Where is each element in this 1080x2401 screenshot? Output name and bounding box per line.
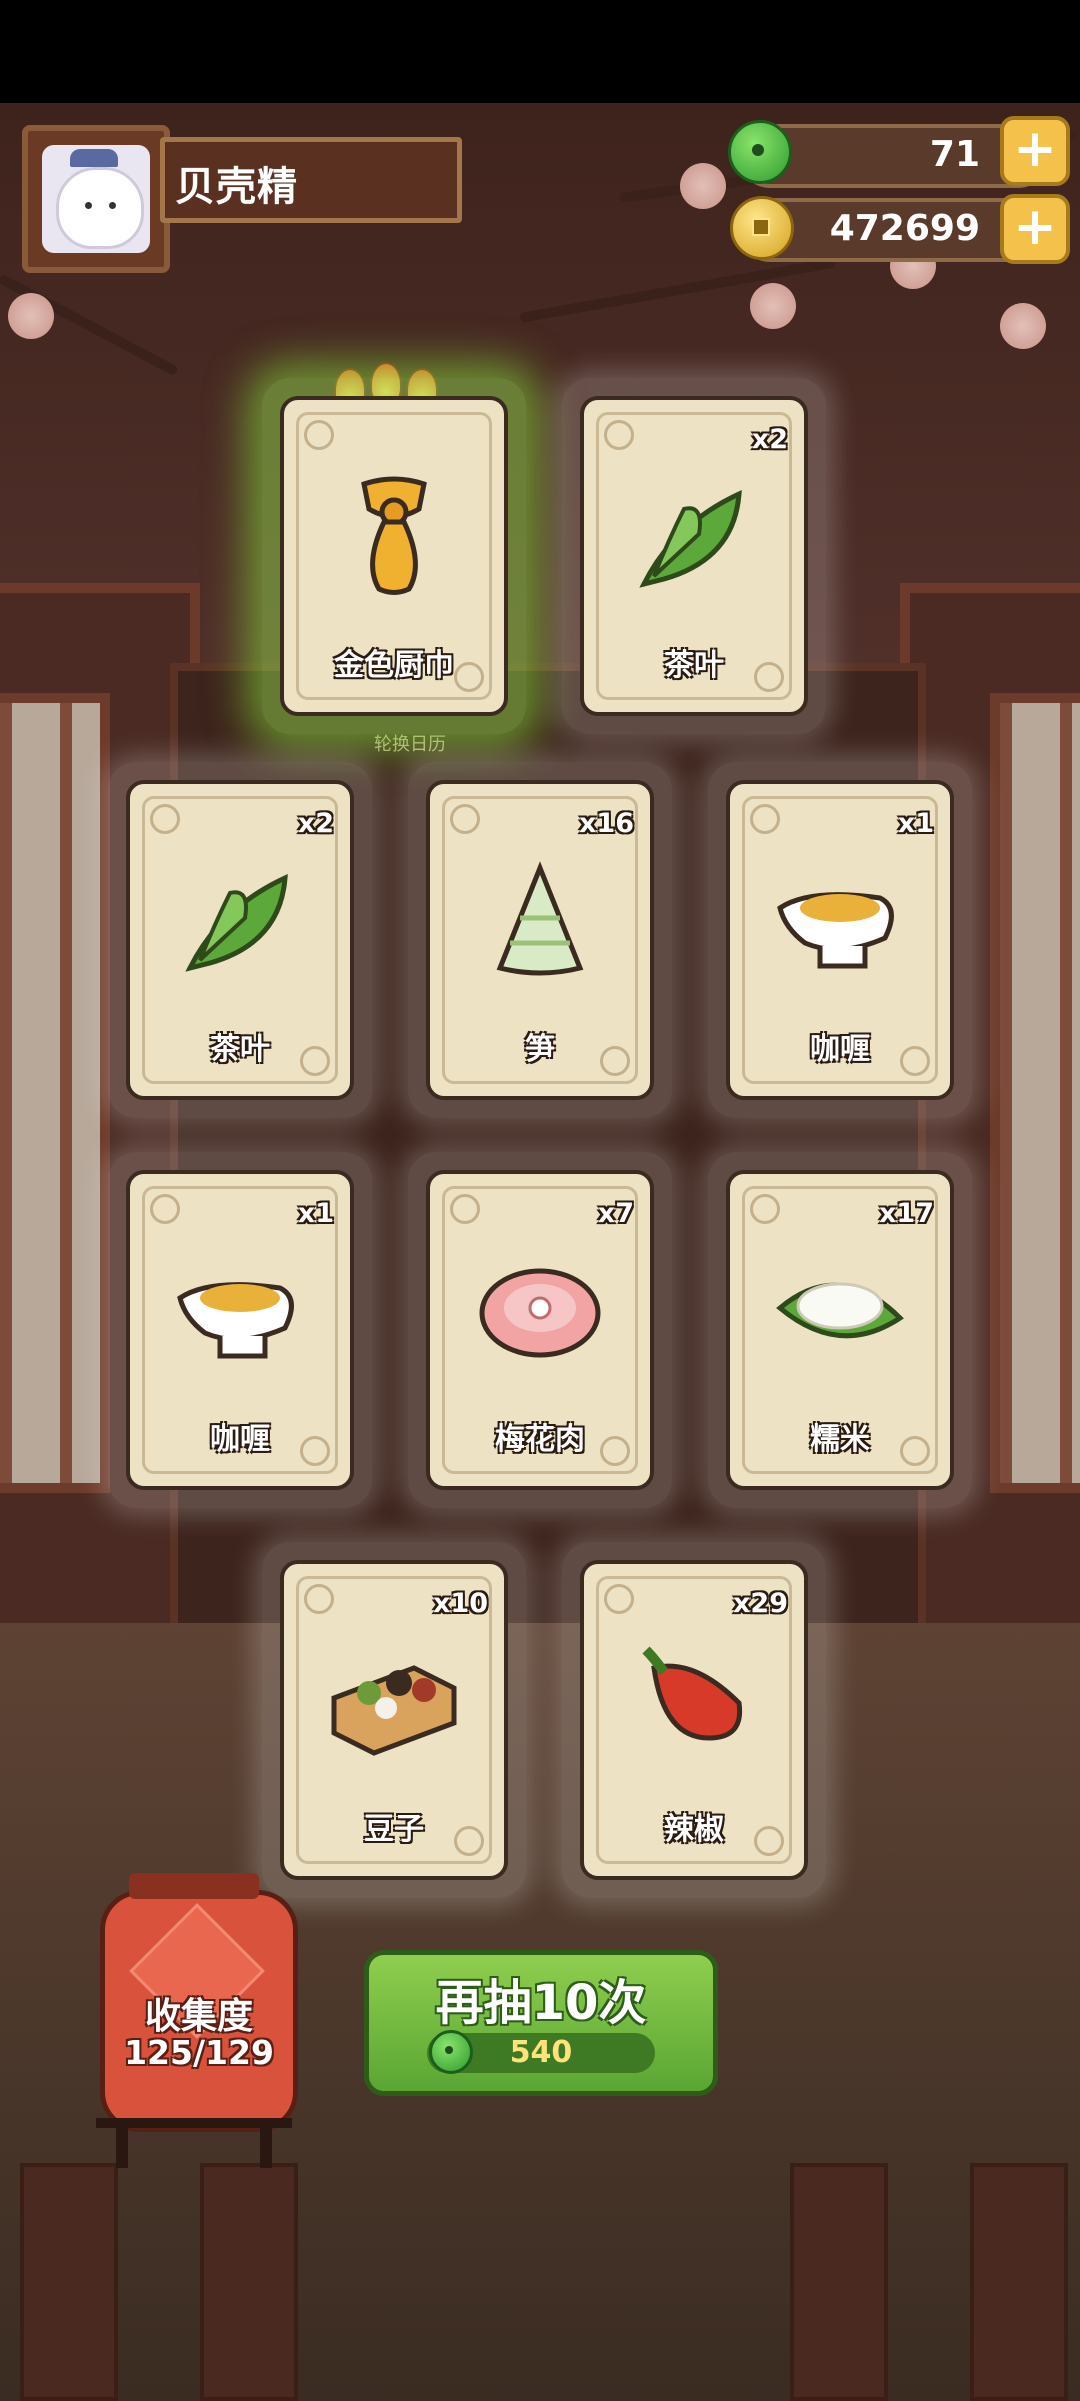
card-name: 茶叶 [664,648,724,683]
reward-card[interactable]: x10 豆子 [262,1542,526,1898]
lantern-stand [96,2118,292,2168]
jade-value: 71 [929,134,980,175]
draw-again-label: 再抽10次 [435,1975,647,2031]
beans-box-icon [324,1628,464,1768]
card-name: 茶叶 [210,1032,270,1067]
status-bar [0,0,1080,103]
card-count: x7 [597,1198,634,1229]
collection-lantern[interactable]: 收集度 125/129 [100,1873,298,2132]
reward-card[interactable]: x1 咖喱 [708,762,972,1118]
card-name: 咖喱 [210,1422,270,1457]
add-jade-button[interactable]: + [1000,116,1070,186]
card-count: x2 [297,808,334,839]
draw-again-button[interactable]: 再抽10次 540 [364,1950,718,2096]
coin-icon [730,196,794,260]
player-avatar[interactable] [22,125,170,273]
curry-gravy-icon [770,848,910,988]
card-count: x29 [733,1588,788,1619]
chili-icon [624,1628,764,1768]
player-name-bar: 贝壳精 [160,137,462,223]
add-coins-button[interactable]: + [1000,194,1070,264]
card-name: 咖喱 [810,1032,870,1067]
reward-card[interactable]: x7 梅花肉 [408,1152,672,1508]
card-name: 豆子 [364,1812,424,1847]
blossom [1000,303,1046,349]
card-name: 笋 [525,1032,555,1067]
fence-post [200,2163,298,2401]
fence-post [970,2163,1068,2401]
player-name: 贝壳精 [175,164,298,210]
fence-post [20,2163,118,2401]
jade-icon [728,120,792,184]
reward-card[interactable]: x1 咖喱 [108,1152,372,1508]
coin-value: 472699 [829,208,980,249]
card-count: x10 [433,1588,488,1619]
jade-icon [429,2030,473,2074]
card-name: 辣椒 [664,1812,724,1847]
tea-leaf-icon [170,848,310,988]
card-count: x1 [297,1198,334,1229]
curry-gravy-icon [170,1238,310,1378]
reward-card[interactable]: x29 辣椒 [562,1542,826,1898]
blossom [8,293,54,339]
card-name: 金色厨巾 [334,648,454,683]
reward-card[interactable]: 金色厨巾 [262,378,526,734]
card-name: 梅花肉 [495,1422,585,1457]
blossom [750,283,796,329]
cat-chef-avatar-icon [42,145,150,253]
blossom [680,163,726,209]
card-count: x1 [897,808,934,839]
collection-progress: 125/129 [124,2033,274,2072]
golden-scarf-icon [324,464,464,604]
fence-post [790,2163,888,2401]
tea-leaf-icon [624,464,764,604]
reward-card[interactable]: x17 糯米 [708,1152,972,1508]
sticky-rice-icon [770,1238,910,1378]
window-right [990,693,1080,1493]
reward-card[interactable]: x2 茶叶 [562,378,826,734]
card-count: x17 [879,1198,934,1229]
pork-icon [470,1238,610,1378]
reward-card[interactable]: x16 笋 [408,762,672,1118]
card-count: x16 [579,808,634,839]
card-name: 糯米 [810,1422,870,1457]
card-count: x2 [751,424,788,455]
reward-card[interactable]: x2 茶叶 [108,762,372,1118]
collection-title: 收集度 [144,1996,253,2037]
window-left [0,693,110,1493]
bamboo-shoot-icon [470,848,610,988]
